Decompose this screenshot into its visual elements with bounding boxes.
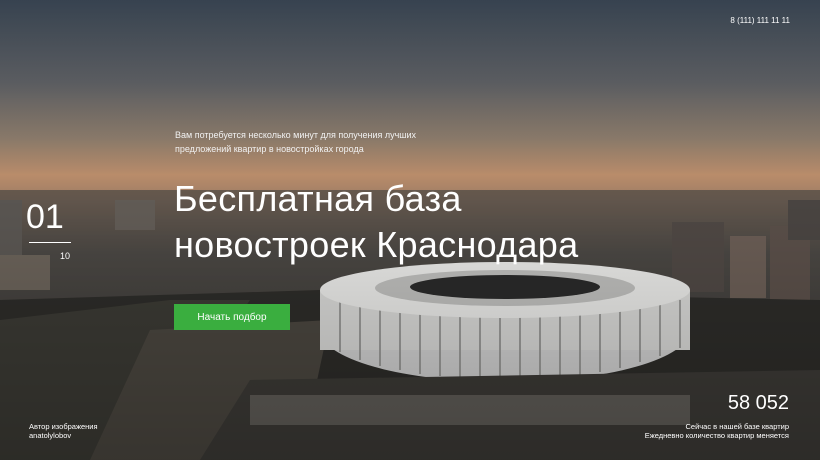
hero-title-line1: Бесплатная база	[174, 178, 462, 219]
apartments-count: 58 052	[727, 392, 789, 414]
image-credit: Автор изображения anatolylobov	[29, 422, 98, 440]
start-selection-button[interactable]: Начать подбор	[174, 304, 290, 330]
slide-total-number: 10	[60, 251, 71, 261]
hero-section: 8 (111) 111 11 11 Вам потребуется нескол…	[0, 0, 820, 460]
hero-title-line2: новостроек Краснодара	[174, 224, 579, 265]
hero-title: Бесплатная база новостроек Краснодара	[174, 176, 578, 268]
apartments-count-line1: Сейчас в нашей базе квартир	[685, 422, 789, 431]
phone-number[interactable]: 8 (111) 111 11 11	[730, 16, 790, 25]
hero-subtitle-line1: Вам потребуется несколько минут для полу…	[175, 130, 417, 140]
image-credit-label: Автор изображения	[29, 422, 98, 431]
hero-subtitle-line2: предложений квартир в новостройках город…	[175, 144, 364, 154]
image-credit-author[interactable]: anatolylobov	[29, 431, 98, 440]
hero-subtitle: Вам потребуется несколько минут для полу…	[175, 128, 475, 156]
apartments-count-line2: Ежедневно количество квартир меняется	[644, 431, 789, 440]
slide-divider	[29, 242, 71, 243]
slide-current-number: 01	[26, 198, 64, 236]
apartments-count-note: Сейчас в нашей базе квартир Ежедневно ко…	[645, 422, 789, 440]
